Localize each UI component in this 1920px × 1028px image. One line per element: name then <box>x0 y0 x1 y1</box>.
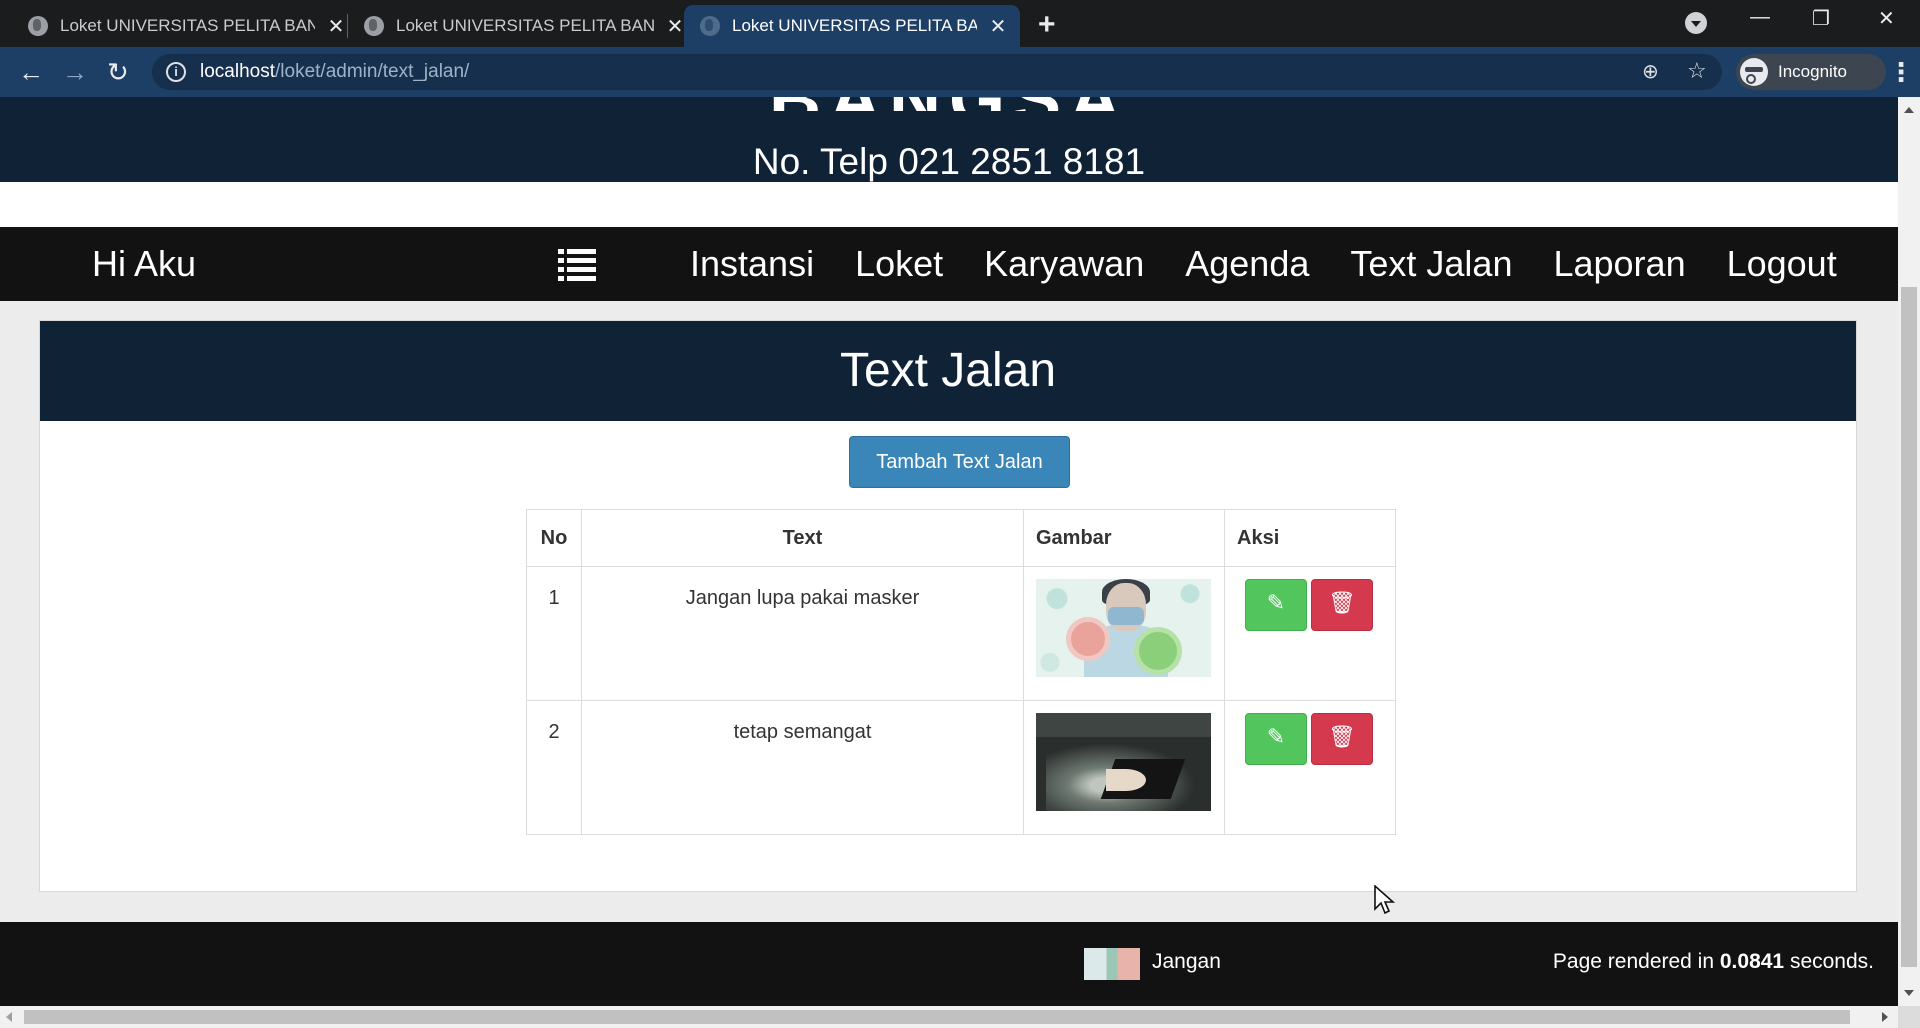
browser-toolbar: ← → ↻ i localhost/loket/admin/text_jalan… <box>0 47 1920 97</box>
minimize-icon[interactable]: — <box>1750 6 1770 29</box>
nav-link-logout[interactable]: Logout <box>1727 243 1837 285</box>
close-icon[interactable]: ✕ <box>664 14 686 39</box>
main-navbar: Hi Aku Instansi Loket Karyawan Agenda Te… <box>0 227 1898 301</box>
row-image-cell <box>1023 566 1225 701</box>
site-phone: No. Telp 021 2851 8181 <box>752 141 1146 182</box>
url-path: /loket/admin/text_jalan/ <box>275 61 470 82</box>
window-close-icon[interactable]: ✕ <box>1878 6 1895 31</box>
globe-icon <box>364 16 384 36</box>
render-time-suffix: seconds. <box>1784 950 1874 973</box>
page-viewport: BANGSA No. Telp 021 2851 8181 Hi Aku Ins… <box>0 97 1898 1006</box>
tab-title: Loket UNIVERSITAS PELITA BANGSA <box>396 16 654 35</box>
header-spacer <box>0 182 1898 227</box>
trash-icon: 🗑 <box>1328 590 1356 615</box>
nav-link-text-jalan[interactable]: Text Jalan <box>1350 243 1512 285</box>
horizontal-scroll-thumb[interactable] <box>24 1010 1850 1024</box>
vertical-scrollbar[interactable] <box>1898 97 1920 1006</box>
site-info-icon[interactable]: i <box>166 62 186 82</box>
trash-icon: 🗑 <box>1328 724 1356 749</box>
reload-icon[interactable]: ↻ <box>107 57 129 88</box>
text-jalan-table: No Text Gambar Aksi 1 Jangan lupa pakai … <box>526 509 1396 835</box>
globe-icon <box>28 16 48 36</box>
render-time: Page rendered in 0.0841 seconds. <box>1553 950 1874 974</box>
back-arrow-icon[interactable]: ← <box>18 57 44 88</box>
row-text: Jangan lupa pakai masker <box>581 566 1024 701</box>
scroll-left-arrow-icon[interactable] <box>6 1012 12 1022</box>
globe-icon <box>700 16 720 36</box>
table-header-row: No Text Gambar Aksi <box>526 509 1396 567</box>
browser-tab-3-active[interactable]: Loket UNIVERSITAS PELITA BANGSA ✕ <box>684 5 1020 47</box>
scroll-right-arrow-icon[interactable] <box>1882 1012 1888 1022</box>
scrollbar-corner <box>1898 1006 1920 1028</box>
card-header: Text Jalan <box>40 321 1856 421</box>
marquee-text: Jangan <box>1152 950 1221 973</box>
pencil-icon: ✎ <box>1266 724 1286 749</box>
table-row: 2 tetap semangat ✎ 🗑 <box>526 700 1396 835</box>
address-bar[interactable]: i localhost/loket/admin/text_jalan/ ⊕ ☆ <box>152 54 1722 90</box>
browser-tab-strip: Loket UNIVERSITAS PELITA BANGSA ✕ Loket … <box>0 0 1920 47</box>
scroll-up-arrow-icon[interactable] <box>1904 107 1914 113</box>
book-image <box>1036 713 1211 811</box>
url-text[interactable]: localhost/loket/admin/text_jalan/ <box>200 61 469 83</box>
site-header: BANGSA No. Telp 021 2851 8181 <box>0 97 1898 182</box>
edit-button[interactable]: ✎ <box>1245 579 1307 631</box>
nav-links: Instansi Loket Karyawan Agenda Text Jala… <box>690 243 1878 285</box>
new-tab-plus-icon[interactable]: + <box>1038 8 1056 42</box>
header-title-clip: BANGSA <box>0 97 1898 119</box>
incognito-label: Incognito <box>1778 62 1847 81</box>
restore-icon[interactable]: ❐ <box>1812 6 1830 31</box>
url-host: localhost <box>200 61 275 82</box>
row-actions: ✎ 🗑 <box>1224 566 1396 701</box>
site-title: BANGSA <box>0 97 1898 111</box>
browser-menu-icon[interactable]: ⋮ <box>1888 57 1914 88</box>
render-time-prefix: Page rendered in <box>1552 950 1720 973</box>
scroll-down-arrow-icon[interactable] <box>1904 990 1914 996</box>
masker-image <box>1036 579 1211 677</box>
tab-title: Loket UNIVERSITAS PELITA BANGSA <box>732 16 977 35</box>
browser-tab-1[interactable]: Loket UNIVERSITAS PELITA BANGSA ✕ <box>0 5 347 47</box>
row-number: 2 <box>526 700 582 835</box>
row-actions: ✎ 🗑 <box>1224 700 1396 835</box>
edit-button[interactable]: ✎ <box>1245 713 1307 765</box>
page-footer: Jangan Page rendered in 0.0841 seconds. <box>0 922 1898 1006</box>
incognito-icon <box>1740 58 1768 86</box>
add-text-jalan-button[interactable]: Tambah Text Jalan <box>849 436 1070 488</box>
row-text: tetap semangat <box>581 700 1024 835</box>
header-text: Text <box>581 509 1024 567</box>
row-number: 1 <box>526 566 582 701</box>
nav-link-loket[interactable]: Loket <box>855 243 943 285</box>
delete-button[interactable]: 🗑 <box>1311 579 1373 631</box>
nav-link-laporan[interactable]: Laporan <box>1553 243 1685 285</box>
browser-tab-2[interactable]: Loket UNIVERSITAS PELITA BANGSA ✕ <box>336 5 686 47</box>
incognito-badge[interactable]: Incognito <box>1736 54 1886 90</box>
forward-arrow-icon[interactable]: → <box>62 57 88 88</box>
pencil-icon: ✎ <box>1266 590 1286 615</box>
tab-title: Loket UNIVERSITAS PELITA BANGSA <box>60 16 315 35</box>
tab-search-icon[interactable] <box>1685 12 1707 34</box>
zoom-icon[interactable]: ⊕ <box>1642 59 1659 84</box>
header-no: No <box>526 509 582 567</box>
bookmark-star-icon[interactable]: ☆ <box>1687 58 1707 84</box>
content-card: Text Jalan Tambah Text Jalan No Text Gam… <box>39 320 1857 892</box>
close-icon[interactable]: ✕ <box>987 14 1009 39</box>
row-image-cell <box>1023 700 1225 835</box>
header-gambar: Gambar <box>1023 509 1225 567</box>
marquee-thumbnail <box>1084 948 1140 980</box>
list-icon[interactable] <box>558 249 596 281</box>
nav-link-agenda[interactable]: Agenda <box>1185 243 1309 285</box>
horizontal-scrollbar[interactable] <box>0 1006 1898 1028</box>
page-title: Text Jalan <box>839 344 1057 397</box>
vertical-scroll-thumb[interactable] <box>1901 287 1917 967</box>
nav-link-instansi[interactable]: Instansi <box>690 243 814 285</box>
header-aksi: Aksi <box>1224 509 1396 567</box>
nav-link-karyawan[interactable]: Karyawan <box>984 243 1144 285</box>
table-row: 1 Jangan lupa pakai masker ✎ 🗑 <box>526 566 1396 701</box>
render-time-value: 0.0841 <box>1719 950 1785 973</box>
user-greeting: Hi Aku <box>92 243 197 284</box>
delete-button[interactable]: 🗑 <box>1311 713 1373 765</box>
